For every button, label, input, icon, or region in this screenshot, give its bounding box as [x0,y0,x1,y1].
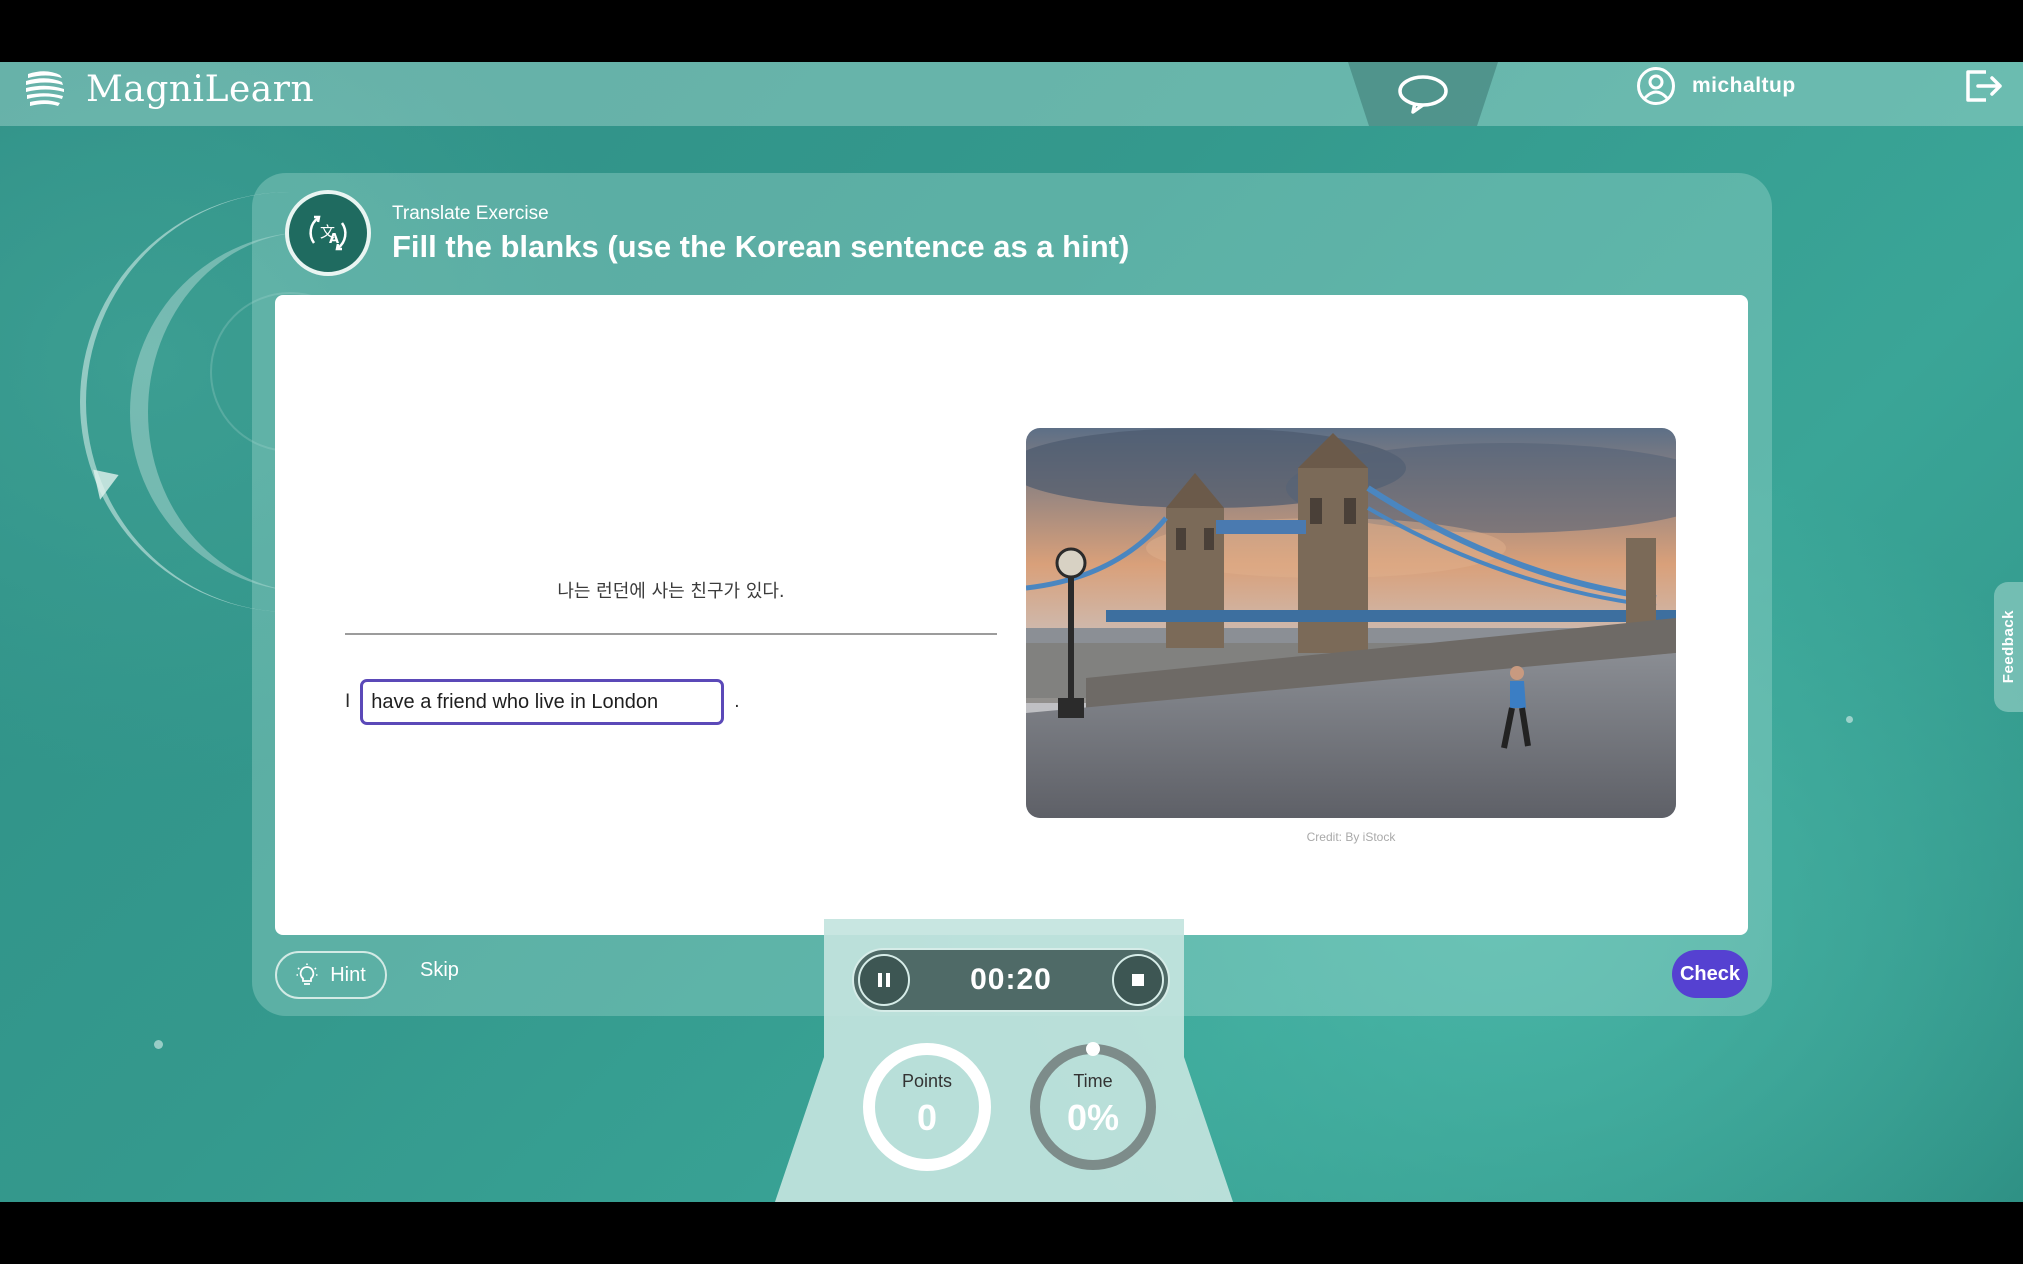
chat-button[interactable] [1348,62,1498,126]
username: michaltup [1692,74,1796,97]
time-gauge: Time 0% [1027,1041,1159,1173]
decorative-dot [154,1040,163,1049]
points-gauge: Points 0 [861,1041,993,1173]
stop-button[interactable] [1111,954,1164,1006]
points-value: 0 [916,1097,938,1138]
timer-bar: 00:20 [852,948,1170,1012]
svg-text:A: A [329,232,339,247]
decorative-dot [1846,716,1853,723]
user-menu[interactable]: michaltup [1636,64,1796,108]
logout-icon[interactable] [1962,66,2004,106]
magnilearn-logo-icon [26,71,64,106]
user-avatar-icon [1637,67,1675,105]
korean-hint-sentence: 나는 런던에 사는 친구가 있다. [557,581,785,602]
stop-icon [1131,974,1144,986]
exercise-panel: 文 A Translate Exercise Fill the blanks (… [252,173,1772,1016]
time-progress-knob [1086,1042,1100,1056]
exercise-title: Fill the blanks (use the Korean sentence… [392,229,1130,264]
image-credit: Credit: By iStock [1306,830,1396,844]
skip-button[interactable]: Skip [420,959,459,982]
exercise-photo [1026,428,1676,818]
chat-bubble-icon [1398,75,1448,114]
hint-label: Hint [330,963,366,986]
answer-sentence: I . [345,679,740,725]
app-screen: MagniLearn michaltup 文 A Translate Exerc… [0,62,2023,1202]
hint-button[interactable]: Hint [275,951,387,999]
pause-button[interactable] [858,954,910,1006]
feedback-label: Feedback [2000,610,2017,684]
brand[interactable]: MagniLearn [22,66,314,112]
translate-icon: 文 A [285,190,371,276]
app-name: MagniLearn [86,68,315,110]
exercise-card: 나는 런던에 사는 친구가 있다. I . [275,295,1748,935]
sentence-suffix: . [734,691,740,712]
top-bar: MagniLearn michaltup [0,62,2023,126]
pause-icon [878,973,890,987]
answer-input[interactable] [360,679,725,725]
points-label: Points [901,1071,953,1091]
lightbulb-icon [296,963,318,985]
check-button[interactable]: Check [1672,950,1748,998]
time-label: Time [1073,1071,1113,1091]
time-value: 0% [1066,1097,1120,1138]
feedback-tab[interactable]: Feedback [1994,582,2023,712]
timer-display: 00:20 [970,963,1052,996]
divider [345,633,997,635]
sentence-prefix: I [345,691,351,712]
exercise-type: Translate Exercise [392,203,549,224]
